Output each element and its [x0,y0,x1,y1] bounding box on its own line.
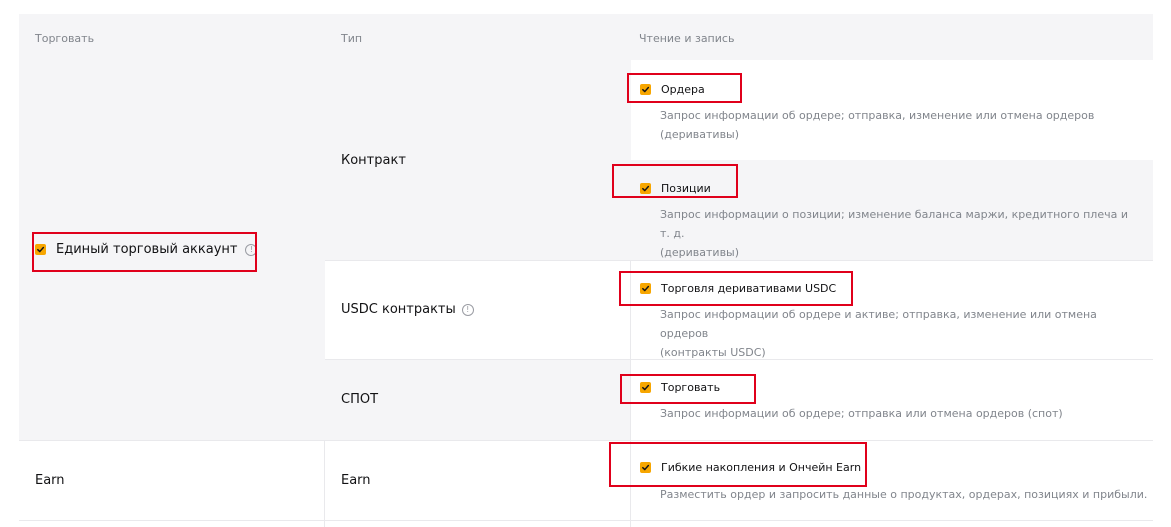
checkbox-checked-icon[interactable] [640,462,651,473]
row-divider [19,520,1153,521]
unified-account-label: Единый торговый аккаунт [56,242,238,257]
description-line: Запрос информации об ордере и активе; от… [660,308,1097,340]
description-line: (деривативы) [660,246,740,259]
type-usdc-contracts-label: USDC контракты [341,302,456,317]
type-usdc-contracts: USDC контракты! [341,302,474,317]
permission-positions-label: Позиции [661,182,711,195]
description-line: (деривативы) [660,128,740,141]
header-trade: Торговать [35,32,95,45]
permission-earn[interactable]: Гибкие накопления и Ончейн Earn [640,461,861,474]
permission-spot-trade[interactable]: Торговать [640,381,720,394]
permission-usdc-trading[interactable]: Торговля деривативами USDC [640,282,836,295]
checkmark-icon [642,285,650,292]
permission-earn-label: Гибкие накопления и Ончейн Earn [661,461,862,474]
header-read-write: Чтение и запись [639,32,735,45]
permission-positions-description: Запрос информации о позиции; изменение б… [660,205,1140,262]
earn-section-label: Earn [35,473,65,488]
checkmark-icon [642,86,650,93]
permission-usdc-trading-label: Торговля деривативами USDC [661,282,837,295]
permission-spot-trade-description: Запрос информации об ордере; отправка ил… [660,404,1140,423]
column-divider [630,261,631,527]
description-line: Запрос информации об ордере; отправка, и… [660,109,1095,122]
description-line: Запрос информации о позиции; изменение б… [660,208,1128,240]
type-earn: Earn [341,473,371,488]
permission-earn-description: Разместить ордер и запросить данные о пр… [660,485,1150,504]
permission-usdc-trading-description: Запрос информации об ордере и активе; от… [660,305,1140,362]
description-line: (контракты USDC) [660,346,766,359]
type-spot: СПОТ [341,392,379,407]
header-type: Тип [341,32,363,45]
checkmark-icon [642,464,650,471]
permission-spot-trade-label: Торговать [661,381,721,394]
row-divider [19,440,1153,441]
permission-positions[interactable]: Позиции [640,182,711,195]
permission-orders[interactable]: Ордера [640,83,705,96]
description-line: Разместить ордер и запросить данные о пр… [660,488,1148,501]
checkmark-icon [37,246,45,253]
checkmark-icon [642,384,650,391]
info-circle-icon[interactable]: ! [461,303,474,316]
checkbox-checked-icon[interactable] [640,382,651,393]
checkbox-checked-icon[interactable] [640,183,651,194]
checkbox-checked-icon[interactable] [640,84,651,95]
description-line: Запрос информации об ордере; отправка ил… [660,407,1063,420]
table-header-bg [19,14,1153,60]
info-circle-icon[interactable]: ! [245,243,258,256]
checkbox-checked-icon[interactable] [640,283,651,294]
type-contract: Контракт [341,153,406,168]
permission-orders-label: Ордера [661,83,705,96]
column-divider [324,441,325,527]
checkmark-icon [642,185,650,192]
unified-account-checkbox[interactable]: Единый торговый аккаунт ! [35,242,258,257]
permission-orders-description: Запрос информации об ордере; отправка, и… [660,106,1140,144]
checkbox-checked-icon[interactable] [35,244,46,255]
